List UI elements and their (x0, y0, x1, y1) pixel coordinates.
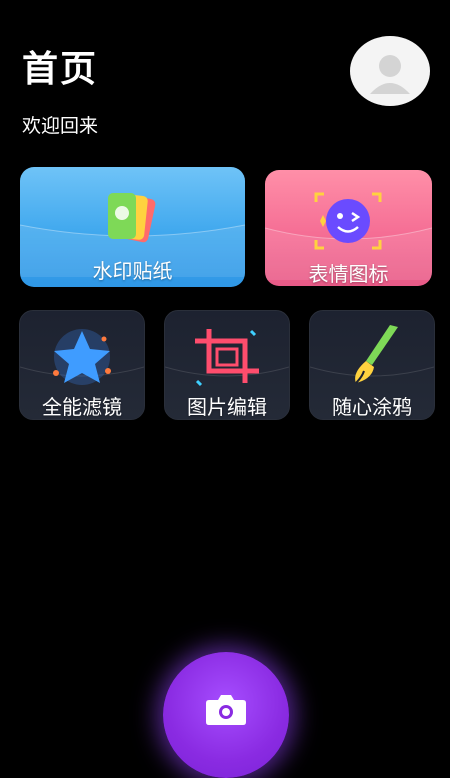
watermark-sticker-card[interactable]: 水印贴纸 (20, 167, 245, 287)
camera-icon (206, 695, 246, 725)
doodle-label: 随心涂鸦 (332, 395, 412, 419)
emoji-icon-label: 表情图标 (308, 262, 389, 286)
star-icon (53, 329, 111, 385)
user-icon (370, 55, 410, 94)
watermark-sticker-label: 水印贴纸 (92, 259, 173, 283)
sticker-cards-icon (108, 193, 156, 243)
paintbrush-icon (355, 325, 398, 384)
camera-button[interactable] (163, 652, 289, 778)
emoji-icon-card[interactable]: 表情图标 (265, 170, 432, 286)
filter-card[interactable]: 全能滤镜 (19, 310, 145, 420)
wink-face-icon (314, 192, 382, 250)
image-edit-label: 图片编辑 (187, 395, 267, 419)
crop-icon (195, 329, 259, 387)
welcome-text: 欢迎回来 (22, 115, 99, 137)
doodle-card[interactable]: 随心涂鸦 (309, 310, 435, 420)
filter-label: 全能滤镜 (42, 395, 122, 419)
avatar[interactable] (350, 36, 430, 106)
image-edit-card[interactable]: 图片编辑 (164, 310, 290, 420)
page-title: 首页 (22, 49, 99, 90)
